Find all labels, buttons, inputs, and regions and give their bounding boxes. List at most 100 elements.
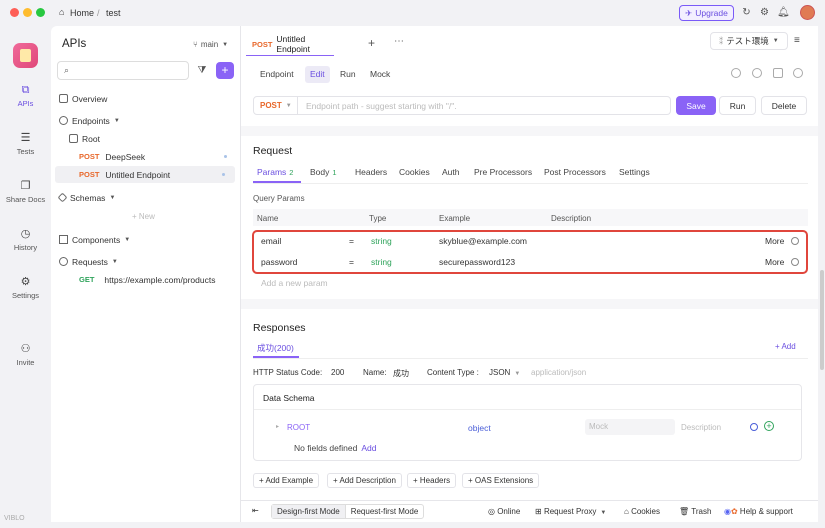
add-response-button[interactable]: + Add [775, 342, 796, 351]
tab-mock[interactable]: Mock [365, 66, 395, 83]
tab-auth[interactable]: Auth [442, 167, 460, 177]
close-window-button[interactable] [10, 8, 19, 17]
request-first-mode-button[interactable]: Request-first Mode [346, 505, 424, 518]
tab-run[interactable]: Run [335, 66, 361, 83]
tab-settings[interactable]: Settings [619, 167, 650, 177]
components-icon [59, 235, 68, 244]
project-name[interactable]: test [106, 8, 121, 18]
tab-edit[interactable]: Edit [305, 66, 330, 83]
endpoint-path-input[interactable]: Endpoint path - suggest starting with "/… [298, 96, 671, 115]
schemas-icon [57, 192, 68, 203]
refresh-icon[interactable]: ↻ [741, 7, 752, 18]
add-field-link[interactable]: Add [361, 443, 376, 453]
home-icon[interactable]: ⌂ [59, 7, 64, 17]
tab-cookies[interactable]: Cookies [399, 167, 430, 177]
sidebar-label: Endpoints [72, 115, 110, 126]
new-schema-button[interactable]: + New [132, 212, 155, 221]
method-value: POST [260, 101, 282, 110]
sidebar-item-endpoints[interactable]: Endpoints ▼ [51, 112, 241, 129]
mode-toggle[interactable]: Design-first Mode Request-first Mode [271, 504, 425, 519]
rail-item-share-docs[interactable]: ❐ Share Docs [0, 180, 51, 204]
delete-button[interactable]: Delete [761, 96, 807, 115]
rail-item-tests[interactable]: ☰ Tests [0, 132, 51, 156]
tab-response-200[interactable]: 成功(200) [257, 342, 294, 354]
add-description-button[interactable]: + Add Description [327, 473, 402, 488]
add-param-input[interactable]: Add a new param [261, 278, 328, 288]
tab-untitled-endpoint[interactable]: POST Untitled Endpoint [246, 33, 334, 55]
sidebar-item-request[interactable]: GET https://example.com/products [51, 271, 241, 288]
rail-item-history[interactable]: ◷ History [0, 228, 51, 252]
table-header [253, 209, 808, 226]
gear-icon[interactable]: ⚙ [759, 7, 770, 18]
headers-button[interactable]: + Headers [407, 473, 457, 488]
home-link[interactable]: Home [70, 8, 94, 18]
content-type-value: JSON [489, 368, 511, 377]
scrollbar-thumb[interactable] [820, 270, 824, 370]
tab-headers[interactable]: Headers [355, 167, 387, 177]
menu-icon[interactable]: ≡ [794, 35, 800, 46]
sidebar-item-root[interactable]: Root [51, 130, 241, 147]
chevron-down-icon: ▼ [222, 41, 229, 48]
upgrade-button[interactable]: ✈ Upgrade [679, 5, 734, 21]
add-example-button[interactable]: + Add Example [253, 473, 320, 488]
method-select[interactable]: POST ▼ [253, 96, 298, 115]
rail-item-settings[interactable]: ⚙ Settings [0, 276, 51, 300]
sidebar-item-schemas[interactable]: Schemas ▼ [51, 189, 241, 206]
branch-selector[interactable]: ⑂ main ▼ [193, 40, 228, 49]
content-type-select[interactable]: JSON ▼ [489, 368, 520, 377]
http-status-value[interactable]: 200 [331, 368, 344, 377]
rail-item-invite[interactable]: ⚇ Invite [0, 343, 51, 367]
rail-item-apis[interactable]: ⧉ APIs [0, 84, 51, 108]
tab-params[interactable]: Params 2 [257, 167, 293, 177]
online-label: Online [497, 507, 521, 516]
folder-icon [69, 134, 78, 143]
avatar[interactable] [800, 5, 815, 20]
sidebar-item-endpoint-selected[interactable]: POST Untitled Endpoint [55, 166, 235, 183]
copy-icon[interactable] [752, 68, 762, 78]
path-placeholder: Endpoint path - suggest starting with "/… [306, 100, 457, 111]
app-logo[interactable] [13, 43, 38, 68]
endpoint-name: Untitled Endpoint [105, 169, 171, 180]
cookies-label: Cookies [631, 507, 660, 516]
expand-icon[interactable]: ▸ [276, 423, 279, 430]
more-icon[interactable]: ⋯ [394, 36, 404, 47]
environment-select[interactable]: ⁑ テスト環境 ▼ [710, 32, 788, 50]
save-button[interactable]: Save [676, 96, 716, 115]
sidebar-item-overview[interactable]: Overview [51, 90, 241, 107]
online-status[interactable]: ◎ Online [488, 507, 520, 516]
magic-icon[interactable] [773, 68, 783, 78]
mock-input[interactable]: Mock [585, 419, 675, 435]
tab-title: Untitled Endpoint [276, 34, 310, 54]
oas-extensions-button[interactable]: + OAS Extensions [462, 473, 540, 488]
collapse-icon[interactable] [750, 423, 758, 431]
sidebar-item-requests[interactable]: Requests ▼ [51, 253, 241, 270]
tab-post-processors[interactable]: Post Processors [544, 167, 606, 177]
preview-icon[interactable] [731, 68, 741, 78]
tab-endpoint[interactable]: Endpoint [255, 66, 299, 83]
design-first-mode-button[interactable]: Design-first Mode [272, 505, 346, 518]
cookies-button[interactable]: ⌂ Cookies [624, 507, 660, 516]
name-value[interactable]: 成功 [393, 368, 409, 379]
add-field-icon[interactable]: + [764, 421, 774, 431]
description-input[interactable]: Description [681, 423, 721, 432]
add-button[interactable]: + [216, 62, 234, 79]
help-support-button[interactable]: ◉✿ Help & support [724, 507, 793, 516]
tab-pre-processors[interactable]: Pre Processors [474, 167, 532, 177]
chevron-down-icon: ▼ [772, 38, 779, 44]
collapse-sidebar-icon[interactable]: ⇤ [252, 506, 259, 515]
trash-button[interactable]: 🗑︎ Trash [679, 507, 711, 516]
run-button[interactable]: Run [719, 96, 756, 115]
minimize-window-button[interactable] [23, 8, 32, 17]
tab-body[interactable]: Body 1 [310, 167, 337, 177]
new-tab-button[interactable]: + [368, 36, 375, 50]
maximize-window-button[interactable] [36, 8, 45, 17]
request-proxy-select[interactable]: ⊞ Request Proxy ▼ [535, 507, 606, 516]
sidebar-item-endpoint[interactable]: POST DeepSeek [51, 148, 241, 165]
search-input[interactable]: ⌕ [57, 61, 189, 80]
settings-icon[interactable] [793, 68, 803, 78]
filter-icon[interactable]: ⧩ [194, 62, 210, 79]
sidebar-item-components[interactable]: Components ▼ [51, 231, 241, 248]
root-type[interactable]: object [468, 423, 491, 433]
root-node[interactable]: ROOT [287, 423, 310, 432]
bell-icon[interactable]: 🔔︎ [777, 7, 790, 18]
